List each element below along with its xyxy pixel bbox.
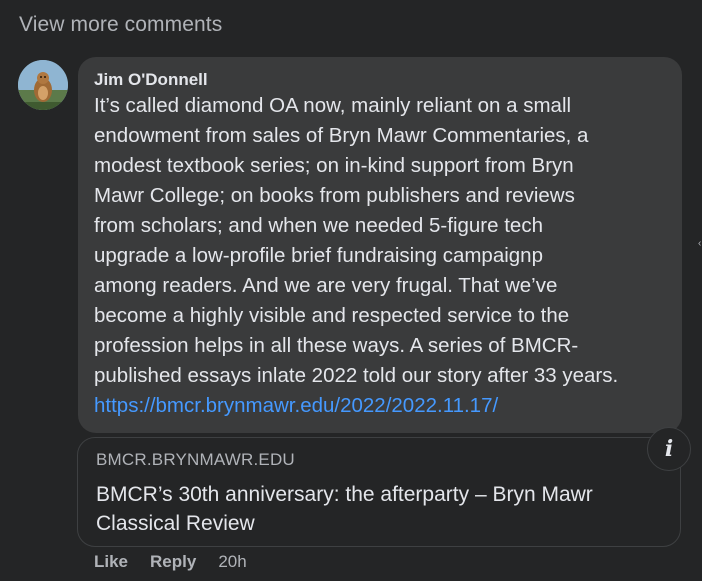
scroll-edge-marker: ‹ (698, 238, 702, 249)
comment-author[interactable]: Jim O'Donnell (94, 69, 666, 91)
link-preview-card[interactable]: BMCR.BRYNMAWR.EDU BMCR’s 30th anniversar… (77, 437, 681, 547)
reply-button[interactable]: Reply (150, 552, 196, 572)
avatar-image (18, 60, 68, 110)
comment-link[interactable]: https://bmcr.brynmawr.edu/2022/2022.11.1… (94, 394, 498, 417)
comment-text: It’s called diamond OA now, mainly relia… (94, 94, 619, 387)
comment-bubble: Jim O'Donnell It’s called diamond OA now… (78, 57, 682, 433)
like-button[interactable]: Like (94, 552, 128, 572)
link-preview-domain: BMCR.BRYNMAWR.EDU (96, 450, 295, 469)
comment-timestamp[interactable]: 20h (218, 552, 246, 572)
avatar[interactable] (18, 60, 68, 110)
info-icon: i (664, 436, 674, 462)
view-more-comments-link[interactable]: View more comments (19, 13, 222, 37)
info-button[interactable]: i (647, 427, 691, 471)
link-preview-title: BMCR’s 30th anniversary: the afterparty … (96, 483, 593, 535)
comment-actions: Like Reply 20h (94, 550, 247, 574)
